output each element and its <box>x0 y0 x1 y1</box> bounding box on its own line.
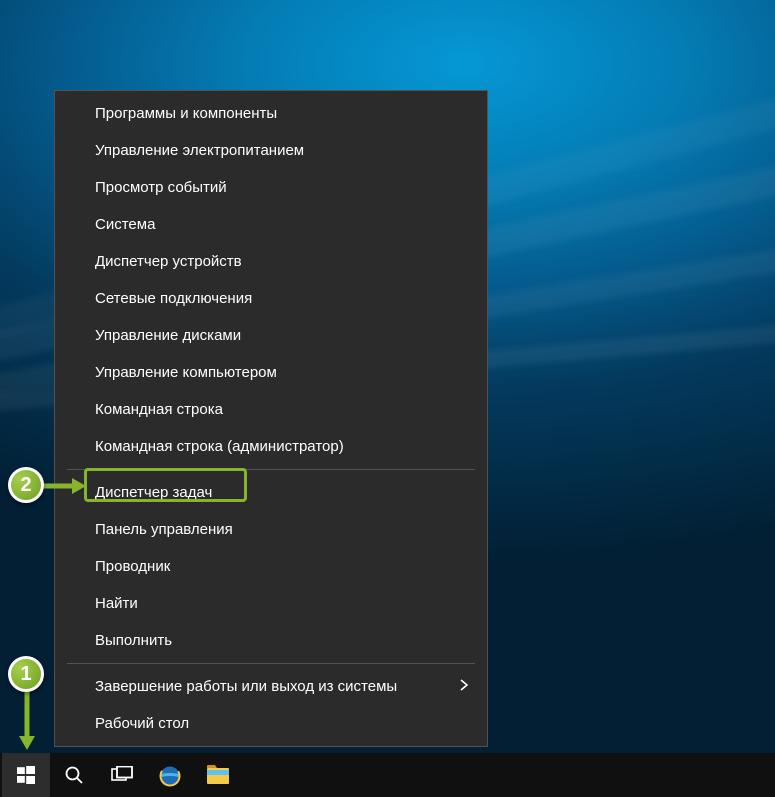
ie-icon <box>157 762 183 788</box>
menu-item-label: Система <box>95 216 155 233</box>
annotation-arrow-1 <box>18 692 36 750</box>
annotation-badge-1: 1 <box>8 656 44 692</box>
task-view-button[interactable] <box>98 753 146 797</box>
menu-event-viewer[interactable]: Просмотр событий <box>55 169 487 206</box>
search-icon <box>64 765 84 785</box>
menu-item-label: Командная строка <box>95 401 223 418</box>
menu-item-label: Диспетчер устройств <box>95 253 242 270</box>
menu-computer-management[interactable]: Управление компьютером <box>55 354 487 391</box>
menu-item-label: Выполнить <box>95 632 172 649</box>
menu-item-label: Управление электропитанием <box>95 142 304 159</box>
menu-search[interactable]: Найти <box>55 585 487 622</box>
menu-command-prompt-admin[interactable]: Командная строка (администратор) <box>55 428 487 465</box>
task-view-icon <box>111 766 133 784</box>
menu-disk-management[interactable]: Управление дисками <box>55 317 487 354</box>
menu-command-prompt[interactable]: Командная строка <box>55 391 487 428</box>
menu-item-label: Завершение работы или выход из системы <box>95 678 397 695</box>
menu-item-label: Программы и компоненты <box>95 105 277 122</box>
menu-run[interactable]: Выполнить <box>55 622 487 659</box>
taskbar <box>0 753 775 797</box>
menu-shutdown[interactable]: Завершение работы или выход из системы <box>55 668 487 705</box>
menu-item-label: Управление дисками <box>95 327 241 344</box>
file-explorer-icon <box>206 764 230 786</box>
menu-power-options[interactable]: Управление электропитанием <box>55 132 487 169</box>
taskbar-internet-explorer[interactable] <box>146 753 194 797</box>
taskbar-file-explorer[interactable] <box>194 753 242 797</box>
menu-programs-and-features[interactable]: Программы и компоненты <box>55 95 487 132</box>
menu-device-manager[interactable]: Диспетчер устройств <box>55 243 487 280</box>
menu-separator <box>67 469 475 470</box>
menu-item-label: Управление компьютером <box>95 364 277 381</box>
menu-item-label: Найти <box>95 595 138 612</box>
menu-system[interactable]: Система <box>55 206 487 243</box>
menu-item-label: Рабочий стол <box>95 715 189 732</box>
annotation-badge-2-label: 2 <box>20 474 31 497</box>
menu-file-explorer[interactable]: Проводник <box>55 548 487 585</box>
start-button[interactable] <box>2 753 50 797</box>
menu-task-manager[interactable]: Диспетчер задач <box>55 474 487 511</box>
search-button[interactable] <box>50 753 98 797</box>
annotation-badge-2: 2 <box>8 467 44 503</box>
menu-item-label: Командная строка (администратор) <box>95 438 344 455</box>
menu-desktop[interactable]: Рабочий стол <box>55 705 487 742</box>
menu-network-connections[interactable]: Сетевые подключения <box>55 280 487 317</box>
menu-item-label: Проводник <box>95 558 170 575</box>
winx-power-menu: Программы и компоненты Управление электро… <box>54 90 488 747</box>
annotation-badge-1-label: 1 <box>20 663 31 686</box>
menu-item-label: Панель управления <box>95 521 233 538</box>
menu-item-label: Диспетчер задач <box>95 484 212 501</box>
windows-logo-icon <box>17 766 35 784</box>
chevron-right-icon <box>459 678 469 696</box>
menu-item-label: Просмотр событий <box>95 179 227 196</box>
menu-separator <box>67 663 475 664</box>
menu-item-label: Сетевые подключения <box>95 290 252 307</box>
menu-control-panel[interactable]: Панель управления <box>55 511 487 548</box>
